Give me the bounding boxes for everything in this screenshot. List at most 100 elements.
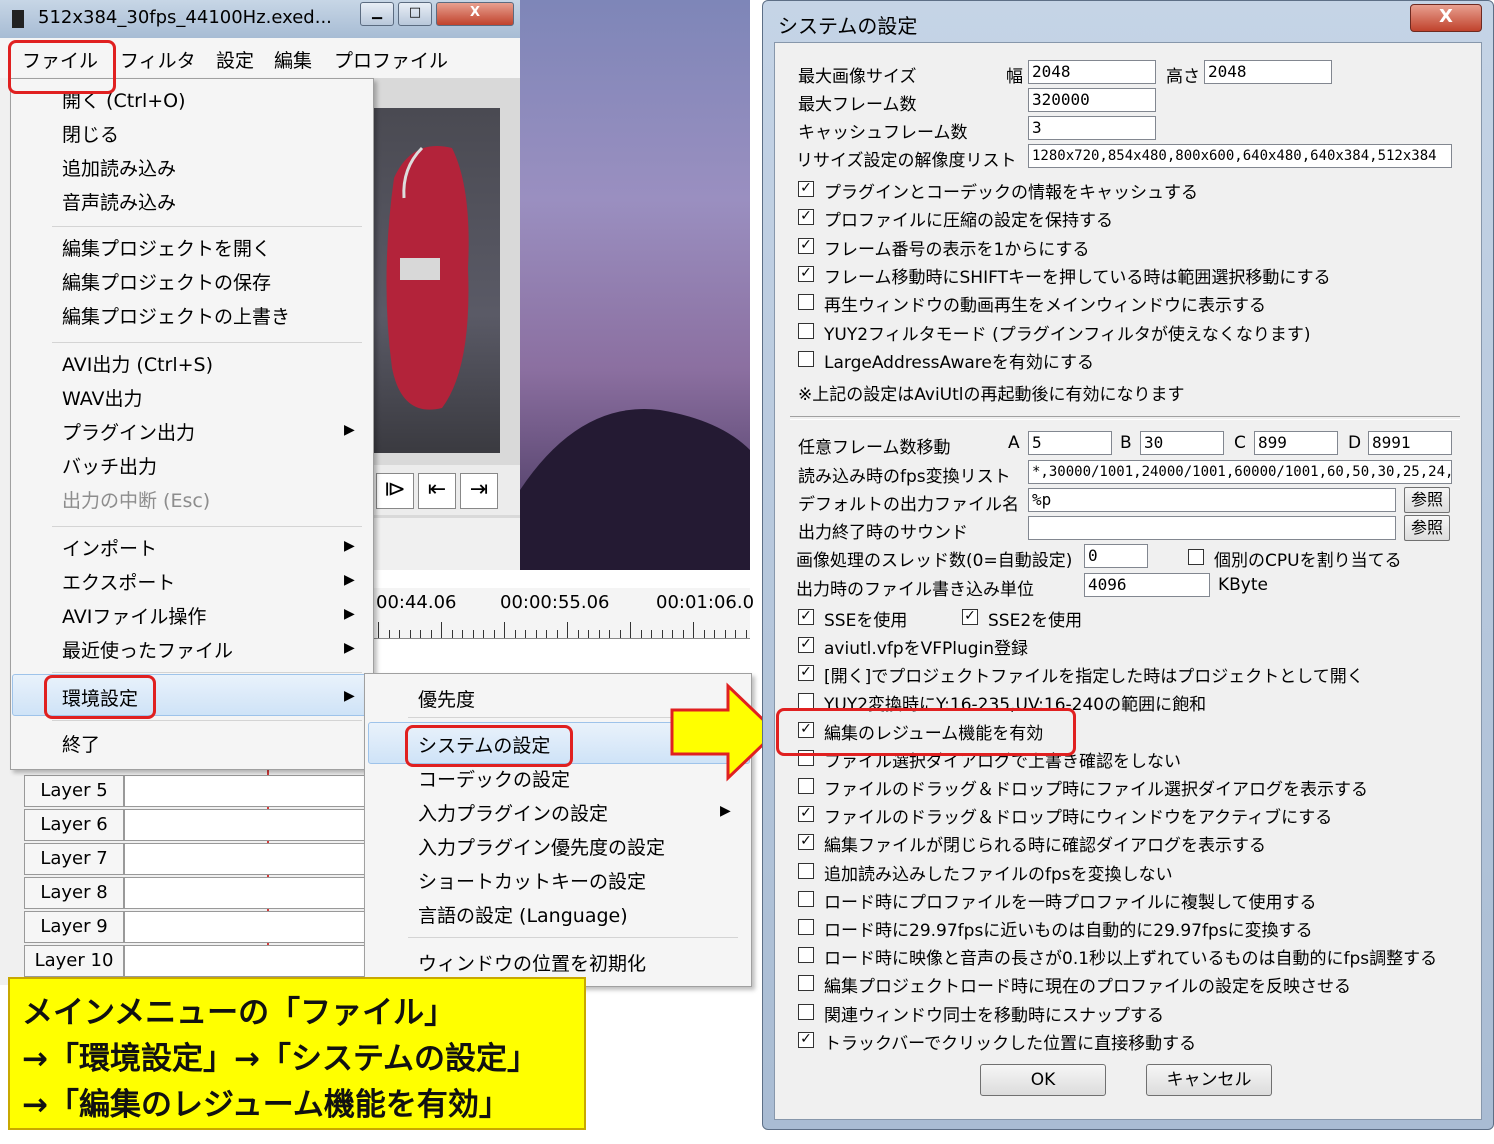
checked-checkbox[interactable]: ✓ — [798, 237, 814, 254]
layer-track[interactable] — [124, 809, 374, 841]
cpu-assign-checkbox[interactable] — [1188, 549, 1204, 565]
sse-checkbox[interactable]: ✓ — [798, 609, 814, 625]
menu-item-open-project[interactable]: 編集プロジェクトを開く — [62, 234, 271, 261]
checked-checkbox[interactable]: ✓ — [798, 806, 814, 823]
checkbox-label: トラックバーでクリックした位置に直接移動する — [824, 1033, 1197, 1054]
submenu-item-language[interactable]: 言語の設定 (Language) — [418, 901, 628, 928]
ruler-tick — [703, 630, 705, 638]
submenu-item-priority[interactable]: 優先度 — [418, 685, 475, 712]
layer-label[interactable]: Layer 9 — [24, 911, 124, 943]
close-button[interactable]: X — [436, 2, 514, 26]
submenu-item-input-plugin-settings[interactable]: 入力プラグインの設定 — [418, 799, 608, 826]
menu-item-import[interactable]: インポート — [62, 534, 157, 561]
submenu-item-reset-window-position[interactable]: ウィンドウの位置を初期化 — [418, 949, 646, 976]
frame-move-d-input[interactable]: 8991 — [1368, 431, 1452, 455]
checked-checkbox[interactable]: ✓ — [798, 665, 814, 682]
height-input[interactable]: 2048 — [1204, 60, 1332, 84]
fps-list-input[interactable]: *,30000/1001,24000/1001,60000/1001,60,50… — [1028, 460, 1452, 484]
cancel-button[interactable]: キャンセル — [1146, 1064, 1272, 1096]
submenu-item-input-plugin-priority[interactable]: 入力プラグイン優先度の設定 — [418, 833, 665, 860]
step-forward-icon[interactable]: ⧐ — [376, 473, 414, 509]
max-image-size-label: 最大画像サイズ — [798, 67, 917, 87]
checked-checkbox[interactable]: ✓ — [798, 834, 814, 851]
instruction-note: メインメニューの「ファイル」 →「環境設定」→「システムの設定」 →「編集のレジ… — [8, 977, 586, 1130]
menu-item-avi-output[interactable]: AVI出力 (Ctrl+S) — [62, 350, 213, 377]
max-frames-input[interactable]: 320000 — [1028, 88, 1156, 112]
threads-input[interactable]: 0 — [1084, 544, 1148, 568]
menu-settings[interactable]: 設定 — [216, 46, 254, 73]
dialog-title: システムの設定 — [778, 14, 918, 38]
mountain-silhouette — [520, 409, 750, 570]
unchecked-checkbox[interactable] — [798, 322, 814, 339]
checked-checkbox[interactable]: ✓ — [798, 209, 814, 226]
unchecked-checkbox[interactable] — [798, 294, 814, 311]
maximize-button[interactable]: □ — [398, 2, 432, 26]
frame-move-a-input[interactable]: 5 — [1028, 431, 1112, 455]
layer-label[interactable]: Layer 5 — [24, 775, 124, 807]
menu-item-export[interactable]: エクスポート — [62, 568, 175, 595]
ruler-tick — [630, 622, 631, 638]
menu-item-exit[interactable]: 終了 — [62, 730, 100, 757]
menu-item-recent-files[interactable]: 最近使ったファイル — [62, 636, 233, 663]
ruler-tick — [472, 630, 474, 638]
menu-item-overwrite-project[interactable]: 編集プロジェクトの上書き — [62, 302, 290, 329]
end-sound-input[interactable] — [1028, 516, 1396, 540]
layer-track[interactable] — [124, 775, 374, 807]
ok-button[interactable]: OK — [980, 1064, 1106, 1096]
submenu-item-codec-settings[interactable]: コーデックの設定 — [418, 765, 570, 792]
end-sound-browse-button[interactable]: 参照 — [1404, 515, 1450, 541]
menu-item-append[interactable]: 追加読み込み — [62, 154, 176, 181]
checkbox-label: LargeAddressAwareを有効にする — [824, 352, 1095, 373]
checked-checkbox[interactable]: ✓ — [798, 265, 814, 282]
unchecked-checkbox[interactable] — [798, 1003, 814, 1020]
layer-track[interactable] — [124, 843, 374, 875]
jump-end-icon[interactable]: ⇥ — [460, 473, 498, 509]
sse2-checkbox[interactable]: ✓ — [962, 609, 978, 625]
menu-item-save-project[interactable]: 編集プロジェクトの保存 — [62, 268, 271, 295]
unchecked-checkbox[interactable] — [798, 862, 814, 879]
checked-checkbox[interactable]: ✓ — [798, 1031, 814, 1048]
minimize-button[interactable]: ▁ — [360, 2, 394, 26]
menu-item-plugin-output[interactable]: プラグイン出力 — [62, 418, 195, 445]
write-unit-input[interactable]: 4096 — [1084, 573, 1210, 597]
unchecked-checkbox[interactable] — [798, 693, 814, 710]
jump-start-icon[interactable]: ⇤ — [418, 473, 456, 509]
layer-track[interactable] — [124, 877, 374, 909]
menu-item-audio[interactable]: 音声読み込み — [62, 188, 176, 215]
menu-edit[interactable]: 編集 — [274, 46, 312, 73]
cache-frames-input[interactable]: 3 — [1028, 116, 1156, 140]
menu-item-avi-file-ops[interactable]: AVIファイル操作 — [62, 602, 206, 629]
layer-label[interactable]: Layer 10 — [24, 945, 124, 977]
layer-label[interactable]: Layer 8 — [24, 877, 124, 909]
menu-profile[interactable]: プロファイル — [334, 46, 448, 73]
dialog-close-button[interactable]: X — [1410, 4, 1482, 32]
layer-track[interactable] — [124, 911, 374, 943]
unchecked-checkbox[interactable] — [798, 975, 814, 992]
frame-move-b-input[interactable]: 30 — [1140, 431, 1224, 455]
width-input[interactable]: 2048 — [1028, 60, 1156, 84]
unchecked-checkbox[interactable] — [798, 919, 814, 935]
ruler-tick — [525, 630, 526, 638]
unchecked-checkbox[interactable] — [798, 947, 814, 964]
layer-label[interactable]: Layer 6 — [24, 809, 124, 841]
layer-track[interactable] — [124, 945, 374, 977]
menu-item-wav-output[interactable]: WAV出力 — [62, 384, 143, 411]
menu-item-close[interactable]: 閉じる — [62, 120, 119, 147]
checked-checkbox[interactable]: ✓ — [798, 181, 814, 197]
submenu-item-shortcut-keys[interactable]: ショートカットキーの設定 — [418, 867, 646, 894]
resize-list-input[interactable]: 1280x720,854x480,800x600,640x480,640x384… — [1028, 144, 1452, 168]
checked-checkbox[interactable]: ✓ — [798, 637, 814, 653]
layer-label[interactable]: Layer 7 — [24, 843, 124, 875]
unchecked-checkbox[interactable] — [798, 890, 814, 907]
default-output-input[interactable]: %p — [1028, 488, 1396, 512]
layer-row: Layer 6 — [22, 809, 374, 841]
menu-filter[interactable]: フィルタ — [120, 46, 196, 73]
menu-item-batch-output[interactable]: バッチ出力 — [62, 452, 157, 479]
a-label: A — [1008, 433, 1020, 453]
unchecked-checkbox[interactable] — [798, 350, 814, 367]
checkbox-label: ファイルのドラッグ＆ドロップ時にファイル選択ダイアログを表示する — [824, 780, 1368, 800]
default-output-browse-button[interactable]: 参照 — [1404, 487, 1450, 513]
unchecked-checkbox[interactable] — [798, 778, 814, 794]
timeline-ruler[interactable]: 00:44.06 00:00:55.06 00:01:06.0 — [372, 588, 754, 639]
frame-move-c-input[interactable]: 899 — [1254, 431, 1338, 455]
